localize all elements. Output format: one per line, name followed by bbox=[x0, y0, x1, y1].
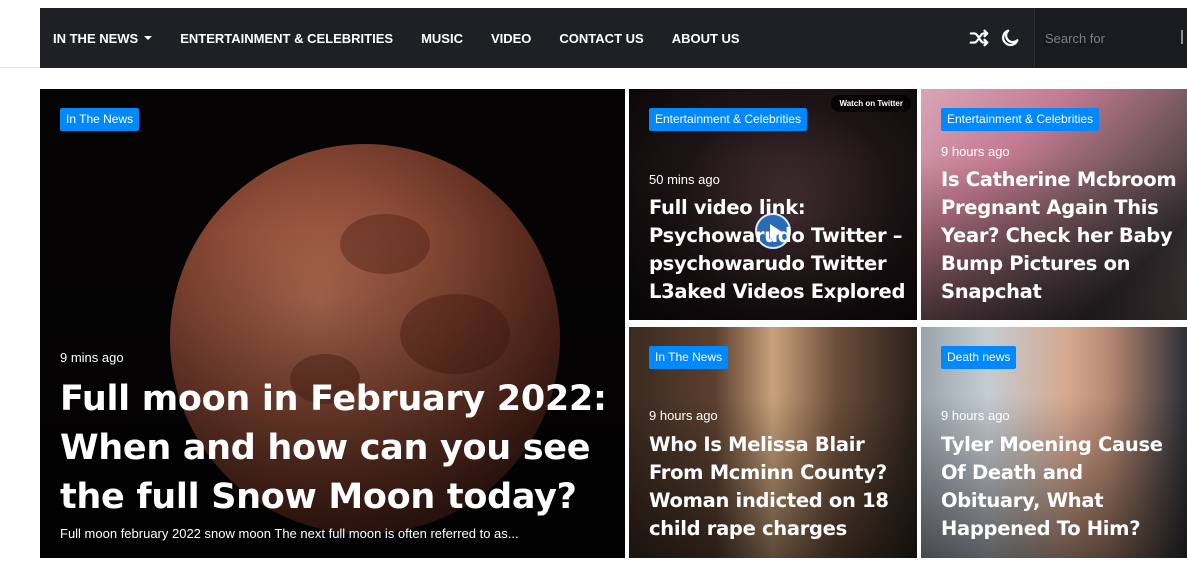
nav-item-about-us[interactable]: About Us bbox=[672, 31, 740, 46]
nav-menu: In The News Entertainment & Celebrities … bbox=[40, 8, 768, 68]
category-badge[interactable]: Entertainment & Celebrities bbox=[941, 108, 1100, 131]
nav-item-label: In The News bbox=[53, 30, 139, 46]
watch-on-twitter-label[interactable]: Watch on Twitter bbox=[831, 95, 911, 112]
post-title[interactable]: Who Is Melissa Blair From Mcminn County?… bbox=[649, 431, 909, 543]
nav-item-label: Entertainment & Celebrities bbox=[180, 30, 394, 46]
moon-icon[interactable] bbox=[999, 27, 1021, 49]
post-time: 9 hours ago bbox=[941, 144, 1010, 159]
post-title[interactable]: Is Catherine Mcbroom Pregnant Again This… bbox=[941, 166, 1186, 306]
post-card[interactable]: In The News 9 hours ago Who Is Melissa B… bbox=[629, 327, 917, 558]
shuffle-icon[interactable] bbox=[968, 27, 990, 49]
post-time: 9 hours ago bbox=[649, 408, 718, 423]
post-time: 9 mins ago bbox=[60, 350, 124, 365]
nav-item-contact-us[interactable]: Contact Us bbox=[559, 31, 643, 46]
post-excerpt: Full moon february 2022 snow moon The ne… bbox=[60, 526, 519, 541]
nav-item-entertainment[interactable]: Entertainment & Celebrities bbox=[180, 31, 393, 46]
main-navbar: In The News Entertainment & Celebrities … bbox=[40, 8, 1187, 68]
post-title[interactable]: Tyler Moening Cause Of Death and Obituar… bbox=[941, 431, 1186, 543]
post-card[interactable]: Watch on Twitter Entertainment & Celebri… bbox=[629, 89, 917, 320]
category-badge[interactable]: In The News bbox=[60, 108, 140, 131]
category-badge[interactable]: Entertainment & Celebrities bbox=[649, 108, 808, 131]
nav-item-label: Contact Us bbox=[559, 30, 644, 46]
post-title[interactable]: Full moon in February 2022: When and how… bbox=[60, 375, 620, 522]
featured-post-card[interactable]: In The News 9 mins ago Full moon in Febr… bbox=[40, 89, 625, 558]
search-icon[interactable] bbox=[1181, 30, 1187, 44]
search-input[interactable] bbox=[1045, 28, 1165, 48]
nav-item-music[interactable]: Music bbox=[421, 31, 463, 46]
post-card[interactable]: Death news 9 hours ago Tyler Moening Cau… bbox=[921, 327, 1187, 558]
nav-item-video[interactable]: Video bbox=[491, 31, 531, 46]
nav-item-label: Music bbox=[421, 30, 463, 46]
category-badge[interactable]: In The News bbox=[649, 346, 729, 369]
category-badge[interactable]: Death news bbox=[941, 346, 1017, 369]
post-title[interactable]: Full video link: Psychowarudo Twitter – … bbox=[649, 194, 909, 306]
post-time: 50 mins ago bbox=[649, 172, 720, 187]
nav-item-label: About Us bbox=[671, 30, 740, 46]
search-box bbox=[1034, 8, 1187, 68]
caret-down-icon bbox=[144, 36, 153, 40]
nav-item-in-the-news[interactable]: In The News bbox=[53, 30, 153, 46]
post-time: 9 hours ago bbox=[941, 408, 1010, 423]
nav-item-label: Video bbox=[490, 30, 532, 46]
post-card[interactable]: Entertainment & Celebrities 9 hours ago … bbox=[921, 89, 1187, 320]
